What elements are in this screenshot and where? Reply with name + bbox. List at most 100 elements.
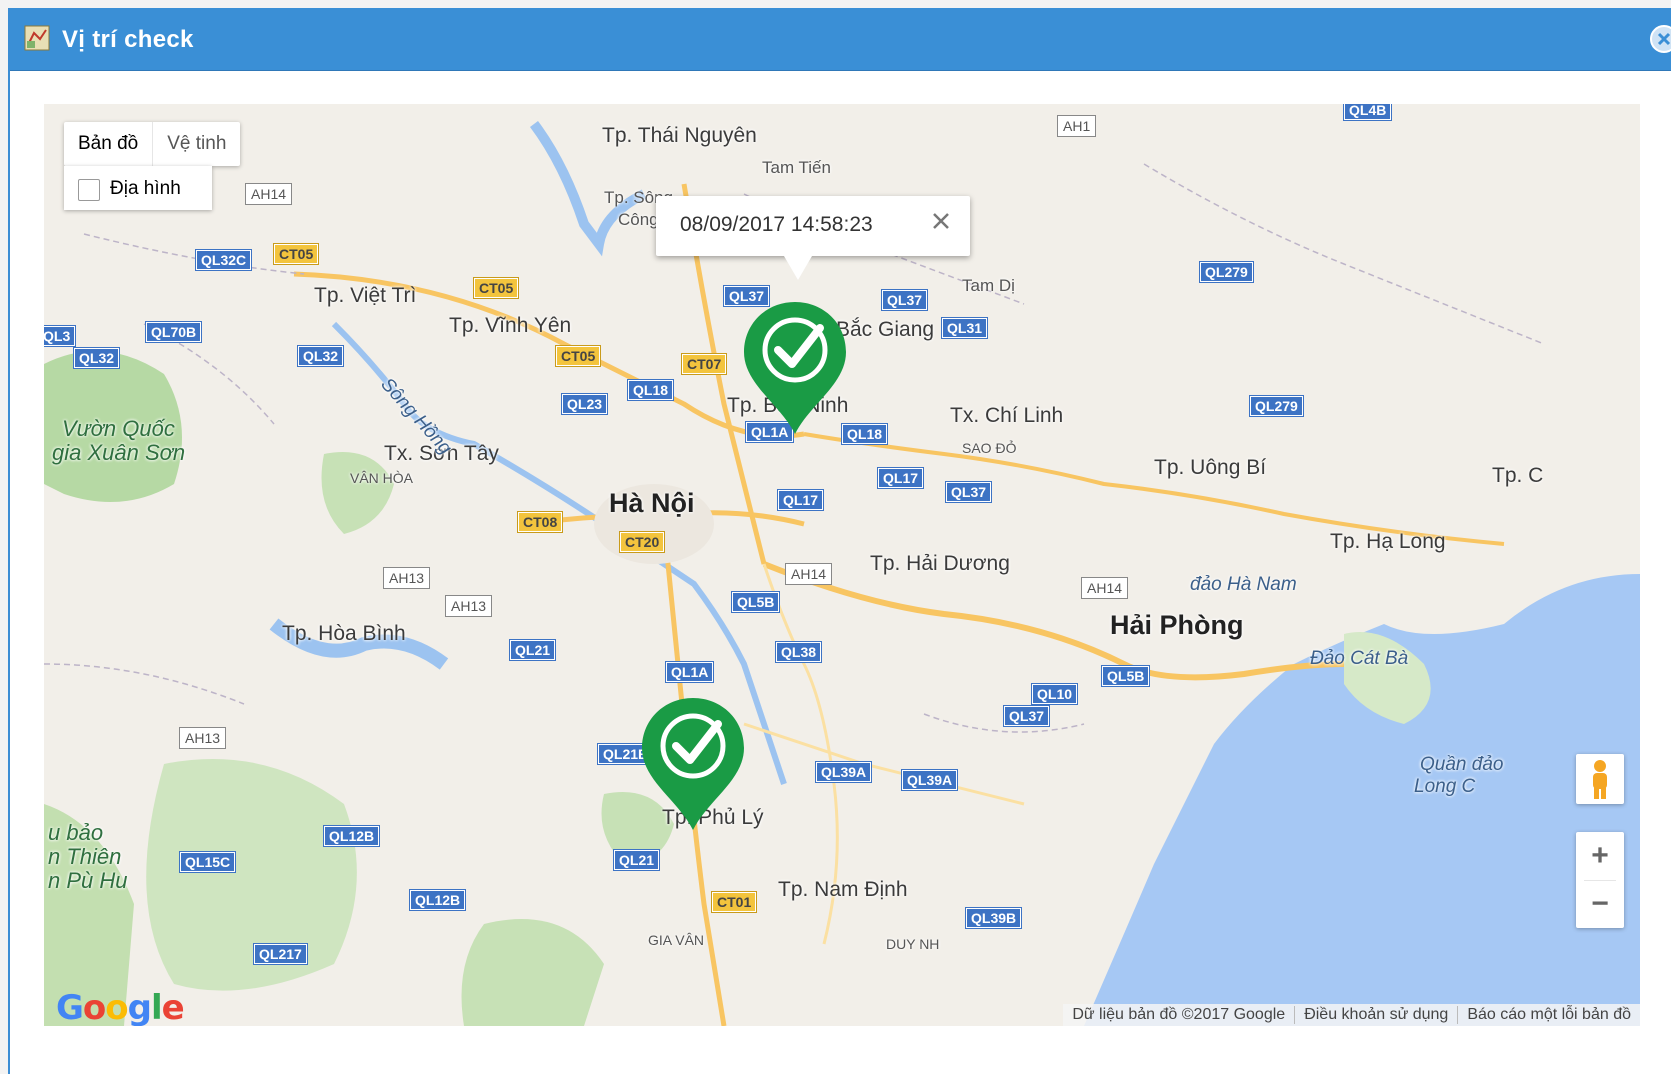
check-location-marker[interactable] [638, 696, 748, 832]
place-thai-nguyen: Tp. Thái Nguyên [602, 124, 757, 147]
road-shield: QL10 [1032, 684, 1078, 704]
zoom-out-button[interactable]: − [1576, 880, 1624, 928]
road-shield: QL37 [946, 482, 992, 502]
road-shield: QL39A [816, 762, 872, 782]
place-hai-duong: Tp. Hải Dương [870, 552, 1010, 575]
road-shield: AH14 [246, 184, 292, 204]
place-pu-hu-3: n Pù Hu [48, 868, 128, 893]
terrain-option[interactable]: Địa hình [64, 166, 212, 210]
road-shield: QL37 [1004, 706, 1050, 726]
place-chi-linh: Tx. Chí Linh [950, 404, 1064, 427]
place-song-cong-2: Công [618, 210, 659, 229]
road-shield: QL37 [882, 290, 928, 310]
place-uong-bi: Tp. Uông Bí [1154, 456, 1267, 479]
place-tp-c: Tp. C [1492, 464, 1544, 487]
place-bac-giang: Bắc Giang [836, 318, 935, 341]
place-duy-nh: DUY NH [886, 936, 940, 952]
google-logo[interactable]: Google [56, 988, 185, 1026]
zoom-in-button[interactable]: + [1576, 832, 1624, 880]
road-shield: QL18 [628, 380, 674, 400]
road-shield: CT20 [620, 532, 665, 552]
park-area-south [146, 759, 357, 991]
place-dao-cat-ba: Đảo Cát Bà [1310, 648, 1409, 669]
marker-info-window: 08/09/2017 14:58:23 [656, 196, 970, 280]
place-vinh-yen: Tp. Vĩnh Yên [449, 314, 572, 337]
road-shield: QL4B [1344, 104, 1392, 120]
road-shield: CT05 [474, 278, 519, 298]
road-shield: QL32 [74, 348, 120, 368]
check-timestamp: 08/09/2017 14:58:23 [680, 213, 873, 236]
road-shield: QL21 [510, 640, 556, 660]
road-shield: QL31 [942, 318, 988, 338]
place-quan-dao: Quần đảo [1420, 754, 1504, 775]
map-type-roadmap-button[interactable]: Bản đồ [64, 122, 154, 166]
road-shield: CT05 [556, 346, 601, 366]
close-icon[interactable] [930, 210, 952, 232]
map-canvas[interactable]: Tp. Thái Nguyên Tam Tiến Tp. Sông Công T… [44, 104, 1640, 1026]
map-type-control: Bản đồ Vệ tinh [64, 122, 241, 166]
road-shield: QL12B [324, 826, 380, 846]
road-shield: QL39A [902, 770, 958, 790]
road-shield: AH13 [180, 728, 226, 748]
road-shield: QL21 [614, 850, 660, 870]
terms-of-use-link[interactable]: Điều khoản sử dụng [1294, 1006, 1457, 1024]
place-xuan-son: Vườn Quốc [62, 416, 175, 441]
road-shield: QL15C [180, 852, 236, 872]
road-shield: QL3 [44, 326, 76, 346]
check-location-marker[interactable] [740, 300, 850, 436]
road-shield: CT08 [518, 512, 563, 532]
place-viet-tri: Tp. Việt Trì [314, 284, 417, 307]
road [743, 722, 1025, 806]
info-window-tail [784, 256, 812, 280]
road-shield: QL32C [196, 250, 252, 270]
check-location-dialog: Vị trí check Tp. Thái Nguyên Tam Tiến Tp… [8, 8, 1671, 1074]
map-type-satellite-button[interactable]: Vệ tinh [153, 122, 240, 166]
map-attribution-bar: Dữ liệu bản đồ ©2017 Google Điều khoản s… [1063, 1004, 1640, 1026]
report-map-error-link[interactable]: Báo cáo một lỗi bản đồ [1457, 1006, 1640, 1024]
dialog-title: Vị trí check [62, 26, 194, 53]
terrain-checkbox[interactable] [78, 179, 100, 201]
road [803, 432, 1505, 546]
place-hoa-binh: Tp. Hòa Bình [282, 622, 406, 645]
road-shield: QL17 [878, 468, 924, 488]
place-dao-ha-nam: đảo Hà Nam [1190, 574, 1297, 595]
road-shield: QL23 [562, 394, 608, 414]
road-shield: QL17 [778, 490, 824, 510]
street-view-pegman-icon[interactable] [1576, 754, 1624, 804]
road-shield: QL279 [1250, 396, 1303, 416]
terrain-label: Địa hình [110, 178, 181, 199]
place-nam-dinh: Tp. Nam Định [778, 878, 908, 901]
place-ha-long: Tp. Hạ Long [1330, 530, 1446, 553]
road-shield: QL217 [254, 944, 307, 964]
road-shield: AH14 [1082, 578, 1128, 598]
road-shield: QL32 [298, 346, 344, 366]
place-xuan-son-2: gia Xuân Sơn [52, 440, 186, 465]
road-shield: AH1 [1058, 116, 1096, 136]
road-shield: QL5B [732, 592, 780, 612]
road-shield: QL70B [146, 322, 202, 342]
road-shield: AH13 [384, 568, 430, 588]
place-tam-di: Tam Dị [962, 276, 1015, 295]
road-shield: QL279 [1200, 262, 1253, 282]
road-shield: QL38 [776, 642, 822, 662]
place-sao-do: SAO ĐỎ [962, 440, 1017, 456]
road-shield: QL1A [666, 662, 714, 682]
road-shield: AH13 [446, 596, 492, 616]
place-quan-dao-2: Long C [1414, 776, 1476, 797]
road-shield: CT07 [682, 354, 727, 374]
place-van-hoa: VÂN HÒA [350, 470, 414, 486]
map-icon [24, 25, 50, 51]
admin-border [44, 323, 1085, 733]
road-shield: CT01 [712, 892, 757, 912]
place-tam-tien: Tam Tiến [762, 158, 831, 177]
park-area-sw [461, 919, 604, 1026]
road-shield: QL5B [1102, 666, 1150, 686]
close-circle-icon[interactable] [1649, 24, 1671, 54]
zoom-control: + − [1576, 832, 1624, 928]
place-gia-van: GIA VÂN [648, 932, 705, 948]
road-shield: QL12B [410, 890, 466, 910]
map-data-attribution: Dữ liệu bản đồ ©2017 Google [1072, 1006, 1286, 1023]
place-ha-noi: Hà Nội [609, 488, 695, 518]
dialog-title-bar: Vị trí check [10, 8, 1671, 71]
place-pu-hu-2: n Thiên [48, 844, 122, 869]
